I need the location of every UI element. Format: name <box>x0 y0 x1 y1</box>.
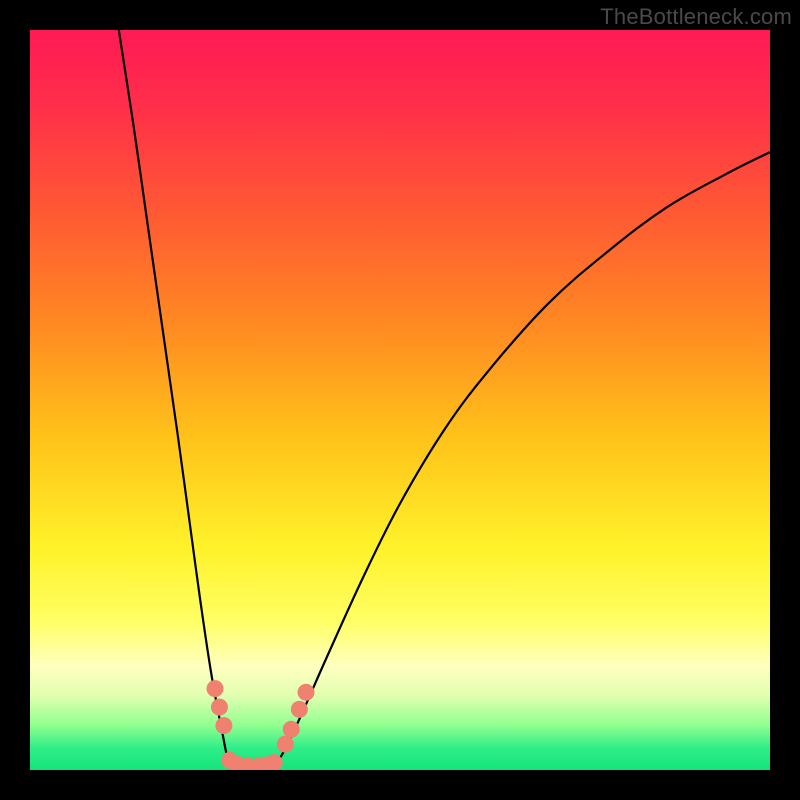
data-marker <box>283 721 300 738</box>
data-marker <box>298 684 315 701</box>
watermark-text: TheBottleneck.com <box>600 4 792 30</box>
data-marker <box>215 717 232 734</box>
gradient-background <box>30 30 770 770</box>
chart-svg <box>30 30 770 770</box>
data-marker <box>291 701 308 718</box>
data-marker <box>277 736 294 753</box>
data-marker <box>211 699 228 716</box>
plot-area <box>30 30 770 770</box>
data-marker <box>207 680 224 697</box>
chart-frame: TheBottleneck.com <box>0 0 800 800</box>
